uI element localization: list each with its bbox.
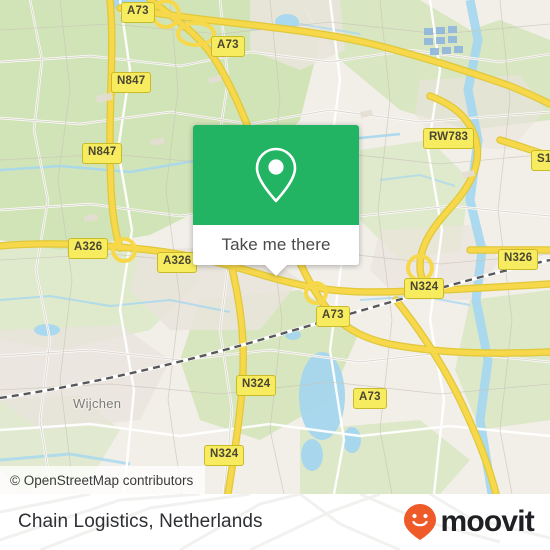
callout-action[interactable]: Take me there bbox=[193, 225, 359, 276]
road-shield-a326-1[interactable]: A326 bbox=[68, 238, 109, 259]
road-shield-a73-4[interactable]: A73 bbox=[353, 388, 387, 409]
road-shield-n324-3[interactable]: N324 bbox=[204, 445, 245, 466]
take-me-there-label: Take me there bbox=[221, 235, 331, 254]
callout-header bbox=[193, 125, 359, 225]
callout-pointer-tail bbox=[265, 265, 287, 276]
road-shield-a73-2[interactable]: A73 bbox=[211, 36, 245, 57]
road-shield-a73-3[interactable]: A73 bbox=[316, 306, 350, 327]
map-place-label-wijchen: Wijchen bbox=[73, 396, 122, 411]
map-viewport[interactable]: Wijchen A73 A73 N847 N847 RW783 S1 A326 … bbox=[0, 0, 550, 494]
road-shield-n847-1[interactable]: N847 bbox=[111, 72, 152, 93]
moovit-brand-logo[interactable]: moovit bbox=[403, 503, 535, 541]
map-attribution[interactable]: © OpenStreetMap contributors bbox=[0, 466, 206, 494]
road-shield-n324-2[interactable]: N324 bbox=[236, 375, 277, 396]
page-title: Chain Logistics, Netherlands bbox=[18, 511, 263, 532]
road-shield-a326-2[interactable]: A326 bbox=[157, 252, 198, 273]
location-callout[interactable]: Take me there bbox=[193, 125, 359, 276]
map-screenshot: Wijchen A73 A73 N847 N847 RW783 S1 A326 … bbox=[0, 0, 550, 550]
road-shield-n324-1[interactable]: N324 bbox=[404, 278, 445, 299]
moovit-wordmark: moovit bbox=[440, 505, 534, 538]
moovit-smiley-pin-icon bbox=[404, 504, 437, 540]
road-shield-n847-2[interactable]: N847 bbox=[82, 143, 123, 164]
road-shield-a73-1[interactable]: A73 bbox=[121, 2, 155, 23]
road-shield-s1[interactable]: S1 bbox=[531, 150, 550, 171]
map-pin-icon bbox=[255, 147, 297, 203]
road-shield-rw783[interactable]: RW783 bbox=[423, 128, 475, 149]
footer-bar: Chain Logistics, Netherlands moovit bbox=[0, 494, 550, 550]
attribution-text: © OpenStreetMap contributors bbox=[10, 472, 194, 488]
road-shield-n326[interactable]: N326 bbox=[498, 249, 539, 270]
